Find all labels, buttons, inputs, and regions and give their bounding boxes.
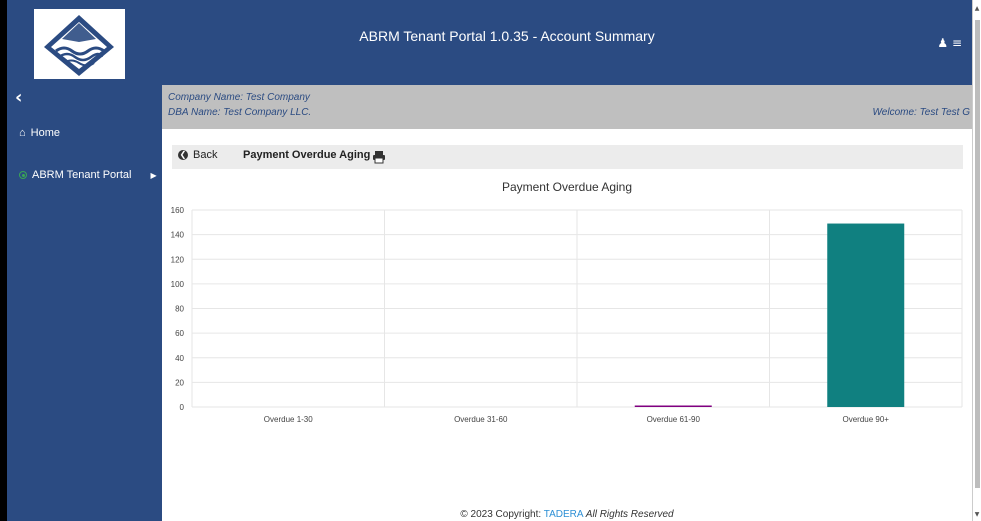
- user-icon[interactable]: ♟: [937, 36, 948, 50]
- sidebar: ‹ ⌂ Home ABRM Tenant Portal ▶: [7, 85, 162, 521]
- y-tick-label: 0: [180, 403, 185, 412]
- radio-icon: [19, 171, 27, 179]
- chevron-left-icon[interactable]: ‹: [15, 87, 22, 108]
- header-icons: ♟ ≡: [937, 36, 962, 50]
- x-tick-label: Overdue 1-30: [264, 415, 313, 424]
- caret-right-icon: ▶: [150, 170, 157, 180]
- company-info-bar: Company Name: Test Company DBA Name: Tes…: [162, 85, 972, 129]
- bar: [634, 405, 712, 407]
- copyright-text: © 2023 Copyright:: [460, 509, 544, 520]
- scroll-down-icon[interactable]: ▼: [974, 512, 980, 518]
- scrollbar-thumb[interactable]: [975, 20, 980, 488]
- back-button[interactable]: ❮ Back: [178, 149, 217, 161]
- window-left-edge: [0, 0, 7, 521]
- company-name: Company Name: Test Company: [168, 92, 310, 103]
- y-tick-label: 20: [175, 378, 184, 387]
- menu-icon[interactable]: ≡: [952, 36, 962, 50]
- y-tick-label: 140: [171, 231, 185, 240]
- bar: [827, 223, 905, 407]
- printer-icon: [373, 151, 385, 164]
- sidebar-item-home[interactable]: ⌂ Home: [19, 127, 60, 139]
- app-title: ABRM Tenant Portal 1.0.35 - Account Summ…: [359, 28, 655, 44]
- rights-text: All Rights Reserved: [585, 509, 674, 520]
- print-button[interactable]: [372, 149, 386, 164]
- app-header: ABRM Tenant Portal 1.0.35 - Account Summ…: [7, 0, 972, 85]
- logo-graphic: [44, 15, 114, 76]
- y-tick-label: 160: [171, 206, 185, 215]
- welcome-text: Welcome: Test Test G: [872, 107, 970, 118]
- y-tick-label: 60: [175, 329, 184, 338]
- x-tick-label: Overdue 90+: [843, 415, 890, 424]
- y-tick-label: 120: [171, 255, 185, 264]
- sidebar-item-label: ABRM Tenant Portal: [32, 169, 132, 181]
- page-title: Payment Overdue Aging: [243, 149, 371, 161]
- y-tick-label: 80: [175, 305, 184, 314]
- footer: © 2023 Copyright: TADERA All Rights Rese…: [162, 509, 972, 520]
- x-tick-label: Overdue 61-90: [647, 415, 701, 424]
- x-tick-label: Overdue 31-60: [454, 415, 508, 424]
- sidebar-item-label: Home: [30, 127, 60, 139]
- y-tick-label: 40: [175, 354, 184, 363]
- dba-name: DBA Name: Test Company LLC.: [168, 107, 312, 118]
- scroll-up-icon[interactable]: ▲: [974, 6, 980, 12]
- page-toolbar: ❮ Back Payment Overdue Aging: [172, 145, 963, 169]
- back-button-label: Back: [193, 149, 218, 161]
- logo[interactable]: [34, 9, 125, 79]
- chart-title: Payment Overdue Aging: [501, 180, 633, 194]
- bar-chart: 0 20 40 60 80 100 120 140 160 Overdue 1-30 Overdue…: [171, 206, 963, 424]
- y-tick-label: 100: [171, 280, 185, 289]
- brand-link[interactable]: TADERA: [544, 509, 583, 520]
- home-icon: ⌂: [19, 127, 26, 139]
- sidebar-item-abrm-tenant-portal[interactable]: ABRM Tenant Portal ▶: [19, 169, 157, 181]
- chevron-left-circle-icon: ❮: [178, 150, 188, 160]
